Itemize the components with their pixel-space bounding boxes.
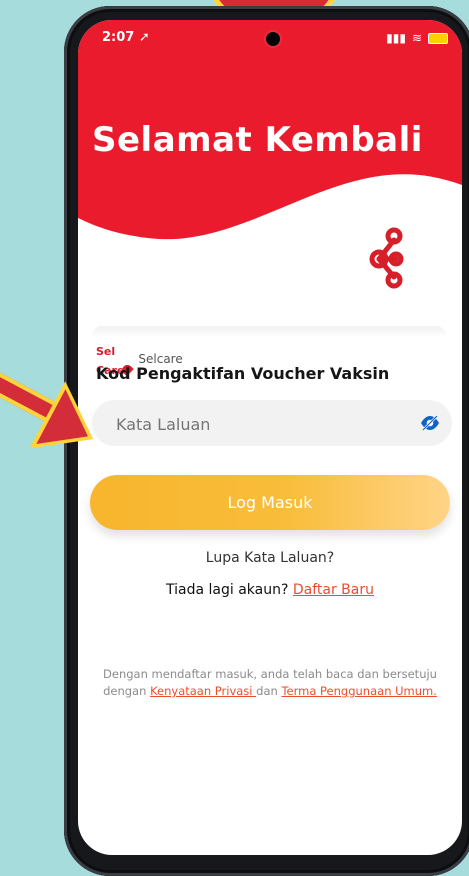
- camera-icon: [266, 32, 280, 46]
- login-button[interactable]: Log Masuk: [90, 475, 450, 530]
- redaction-box: [264, 806, 354, 820]
- legal-line-2: dengan Kenyataan Privasi dan Terma Pengg…: [90, 683, 450, 700]
- section-title: Kod Pengaktifan Voucher Vaksin: [96, 364, 390, 383]
- battery-icon: [428, 32, 448, 44]
- signal-icon: ▮▮▮: [386, 31, 406, 45]
- password-field[interactable]: [92, 400, 452, 820]
- terms-link[interactable]: Terma Penggunaan Umum.: [281, 684, 436, 698]
- signup-row: Tiada lagi akaun? Daftar Baru: [78, 582, 462, 598]
- share-icon[interactable]: [365, 224, 413, 294]
- legal-line-1: Dengan mendaftar masuk, anda telah baca …: [103, 667, 437, 681]
- status-time: 2:07 ➚: [102, 30, 150, 45]
- signup-link[interactable]: Daftar Baru: [293, 582, 374, 598]
- privacy-link[interactable]: Kenyataan Privasi: [150, 684, 256, 698]
- legal-prefix: dengan: [103, 684, 151, 698]
- status-icons: ▮▮▮ ≋: [386, 31, 448, 45]
- page-title: Selamat Kembali: [92, 120, 423, 160]
- status-bar: 2:07 ➚ ▮▮▮ ≋: [78, 20, 462, 60]
- legal-text: Dengan mendaftar masuk, anda telah baca …: [90, 666, 450, 700]
- eye-off-icon[interactable]: [420, 414, 440, 432]
- forgot-password-link[interactable]: Lupa Kata Laluan?: [78, 550, 462, 566]
- password-input[interactable]: [114, 412, 388, 436]
- location-arrow-icon: ➚: [138, 30, 150, 45]
- wifi-icon: ≋: [411, 31, 422, 45]
- app-screen: 2:07 ➚ ▮▮▮ ≋ Selamat Kembali Sel Care Sel…: [78, 20, 462, 855]
- form-card-top: [92, 326, 446, 338]
- signup-prefix: Tiada lagi akaun?: [166, 582, 293, 598]
- legal-middle: dan: [256, 684, 282, 698]
